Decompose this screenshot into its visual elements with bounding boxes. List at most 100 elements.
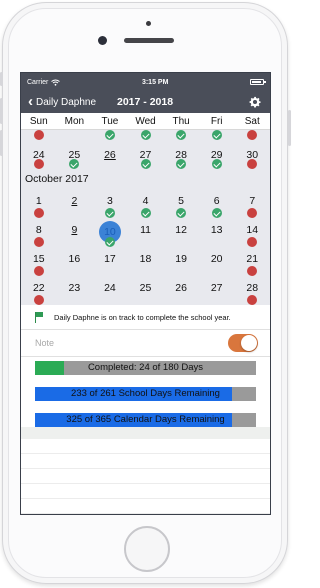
day-number: 16 [68, 253, 81, 265]
chevron-left-icon: ‹ [28, 93, 33, 110]
calendar-week: 22 23 24 25 26 27 28 [21, 279, 270, 305]
calendar-day[interactable]: 25 [128, 279, 164, 305]
calendar-day[interactable]: 9 [57, 221, 93, 250]
calendar-day[interactable]: 11 [128, 221, 164, 250]
calendar-day[interactable]: 18 [128, 250, 164, 279]
front-camera [98, 36, 107, 45]
calendar-day[interactable]: 27 [199, 279, 235, 305]
page-title: 2017 - 2018 [117, 96, 174, 108]
day-number: 4 [142, 195, 149, 207]
calendar-week: 15 16 17 18 19 20 21 [21, 250, 270, 279]
calendar-day[interactable] [199, 130, 235, 146]
status-message-text: Daily Daphne is on track to complete the… [54, 312, 231, 322]
calendar-day[interactable]: 16 [57, 250, 93, 279]
calendar-day[interactable]: 4 [128, 192, 164, 221]
calendar-day[interactable]: 7 [234, 192, 270, 221]
calendar-day[interactable]: 29 [199, 146, 235, 172]
calendar-day[interactable]: 15 [21, 250, 57, 279]
home-button[interactable] [124, 526, 170, 572]
calendar-day[interactable] [163, 130, 199, 146]
calendar-day[interactable] [21, 130, 57, 146]
day-number: 24 [104, 282, 116, 294]
completed-check-icon [140, 159, 151, 169]
calendar-day[interactable]: 5 [163, 192, 199, 221]
completed-check-icon [140, 130, 151, 140]
calendar-day[interactable]: 10 [92, 221, 128, 250]
sensor-dot [146, 21, 151, 26]
calendar-day[interactable] [92, 130, 128, 146]
toggle-knob [241, 335, 257, 351]
calendar-day[interactable]: 8 [21, 221, 57, 250]
off-day-dot [247, 295, 258, 305]
app-screen: Carrier 3:15 PM ‹ Daily Daphne 2017 - 20… [20, 72, 271, 515]
mute-switch [0, 72, 3, 86]
calendar-day[interactable]: 26 [92, 146, 128, 172]
calendar-day[interactable]: 21 [234, 250, 270, 279]
power-button [288, 110, 291, 146]
calendar-day[interactable]: 3 [92, 192, 128, 221]
progress-bar: Completed: 24 of 180 Days [35, 361, 256, 375]
day-number: 21 [246, 253, 259, 265]
calendar-day[interactable]: 27 [128, 146, 164, 172]
calendar-day[interactable]: 6 [199, 192, 235, 221]
off-day-dot [247, 208, 258, 218]
off-day-dot [33, 159, 44, 169]
calendar-day[interactable]: 24 [21, 146, 57, 172]
completed-check-icon [176, 208, 187, 218]
wifi-icon [51, 79, 61, 86]
calendar-day[interactable]: 22 [21, 279, 57, 305]
calendar-day[interactable]: 2 [57, 192, 93, 221]
completed-check-icon [176, 159, 187, 169]
nav-bar: ‹ Daily Daphne 2017 - 2018 [21, 91, 270, 113]
calendar-day[interactable]: 20 [199, 250, 235, 279]
status-bar: Carrier 3:15 PM [21, 73, 270, 91]
calendar-day[interactable]: 23 [57, 279, 93, 305]
progress-label: Completed: 24 of 180 Days [87, 362, 204, 373]
back-button[interactable]: ‹ Daily Daphne [28, 93, 96, 110]
calendar-day[interactable]: 19 [163, 250, 199, 279]
calendar-week: 8 9 10 11 12 13 14 [21, 221, 270, 250]
volume-up-button [0, 98, 3, 124]
calendar-day[interactable]: 30 [234, 146, 270, 172]
day-number: 5 [178, 195, 185, 207]
calendar-day[interactable]: 17 [92, 250, 128, 279]
calendar-day[interactable]: 28 [234, 279, 270, 305]
calendar-day[interactable] [234, 130, 270, 146]
gear-icon[interactable] [248, 95, 262, 109]
day-number: 18 [139, 253, 152, 265]
calendar-day[interactable]: 1 [21, 192, 57, 221]
day-number: 12 [175, 224, 187, 236]
completed-check-icon [140, 208, 151, 218]
weekday-label: Wed [135, 115, 156, 127]
note-toggle[interactable] [228, 334, 258, 352]
day-number: 2 [71, 195, 78, 207]
calendar-day[interactable]: 12 [163, 221, 199, 250]
off-day-dot [33, 266, 44, 276]
calendar-grid: 24 25 26 27 28 29 30 October 2017 1 2 3 4 5 6 7 8 9 10 11 1… [21, 130, 270, 305]
calendar-day[interactable]: 13 [199, 221, 235, 250]
note-label: Note [35, 338, 55, 348]
month-label: October 2017 [25, 173, 89, 185]
day-number: 22 [32, 282, 45, 294]
weekday-label: Sun [29, 115, 48, 127]
weekday-label: Fri [210, 115, 223, 127]
day-number: 6 [213, 195, 220, 207]
day-number: 20 [210, 253, 223, 265]
off-day-dot [33, 130, 44, 140]
day-number: 19 [175, 253, 187, 265]
calendar-day[interactable] [128, 130, 164, 146]
weekday-label: Mon [64, 115, 85, 127]
day-number: 13 [210, 224, 223, 236]
calendar-day[interactable]: 14 [234, 221, 270, 250]
day-number: 9 [71, 224, 78, 236]
calendar-day[interactable]: 28 [163, 146, 199, 172]
calendar-day[interactable] [57, 130, 93, 146]
off-day-dot [247, 159, 258, 169]
day-number: 11 [140, 224, 151, 236]
calendar-day[interactable]: 24 [92, 279, 128, 305]
calendar-day[interactable]: 25 [57, 146, 93, 172]
notes-area[interactable] [21, 439, 270, 514]
day-number: 25 [139, 282, 152, 294]
day-number: 8 [35, 224, 42, 236]
calendar-day[interactable]: 26 [163, 279, 199, 305]
